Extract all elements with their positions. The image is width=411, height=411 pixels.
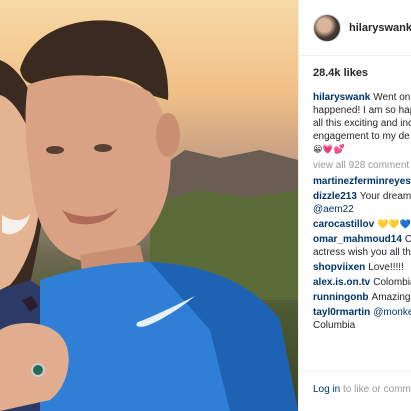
caption-username[interactable]: hilaryswank xyxy=(313,92,370,103)
comment-username[interactable]: tayl0rmartin xyxy=(313,307,370,318)
comment-username[interactable]: carocastillov xyxy=(313,219,374,230)
post-header: hilaryswank xyxy=(299,0,411,56)
post-sidebar: hilaryswank 28.4k likes hilaryswank Went … xyxy=(298,0,411,411)
username-link[interactable]: hilaryswank xyxy=(349,22,411,34)
comment-username[interactable]: omar_mahmoud14 xyxy=(313,234,402,245)
login-footer: Log in to like or comm xyxy=(299,371,411,411)
comment-text: 💛💛💙❤ xyxy=(377,219,411,229)
instagram-post: hilaryswank 28.4k likes hilaryswank Went … xyxy=(0,0,411,411)
comment: dizzle213 Your dream @aem22 xyxy=(313,190,411,216)
comment: omar_mahmoud14Co actress wish you all th xyxy=(313,233,411,259)
footer-text: to like or comm xyxy=(340,384,411,395)
comment-username[interactable]: runningonb xyxy=(313,292,369,303)
comment-text-continued: actress wish you all th xyxy=(313,247,411,258)
comment-text: Love!!!!! xyxy=(368,262,404,273)
comment: tayl0rmartin @monke Columbia xyxy=(313,306,411,332)
caption-line: Went on xyxy=(373,92,411,103)
couple-selfie-image xyxy=(0,20,298,411)
comment-mention[interactable]: @aem22 xyxy=(313,203,411,216)
caption-emoji: 😀💗💕 xyxy=(313,144,345,154)
comment-username[interactable]: shopviixen xyxy=(313,262,365,273)
caption-line: all this exciting and inc xyxy=(313,118,411,129)
comment-mention[interactable]: @monke xyxy=(373,307,411,318)
comments-list: hilaryswank Went on happened! I am so hap… xyxy=(299,85,411,332)
comment: carocastillov💛💛💙❤ xyxy=(313,218,411,231)
comment-text-continued: Columbia xyxy=(313,320,356,331)
likes-count[interactable]: 28.4k likes xyxy=(299,56,411,85)
caption: hilaryswank Went on happened! I am so hap… xyxy=(313,91,411,156)
comment-username[interactable]: dizzle213 xyxy=(313,191,357,202)
post-photo[interactable] xyxy=(0,0,298,411)
comment-username[interactable]: alex.is.on.tv xyxy=(313,277,370,288)
view-all-comments-link[interactable]: view all 928 comment xyxy=(313,160,411,171)
comment: alex.is.on.tvColombia xyxy=(313,276,411,289)
comment-text: Your dream xyxy=(359,191,411,202)
comment-text: Colombia xyxy=(373,277,411,288)
comment-username[interactable]: martinezferminreyes xyxy=(313,176,411,187)
avatar[interactable] xyxy=(313,13,341,42)
caption-line: engagement to my de xyxy=(313,131,410,142)
comment: shopviixen Love!!!!! xyxy=(313,261,411,274)
comment-text: Amazing xyxy=(371,292,411,303)
caption-line: happened! I am so hap xyxy=(313,105,411,116)
comment-text: Co xyxy=(405,234,411,245)
comment: martinezferminreyes xyxy=(313,175,411,188)
login-link[interactable]: Log in xyxy=(313,384,340,395)
comment: runningonb Amazing xyxy=(313,291,411,304)
